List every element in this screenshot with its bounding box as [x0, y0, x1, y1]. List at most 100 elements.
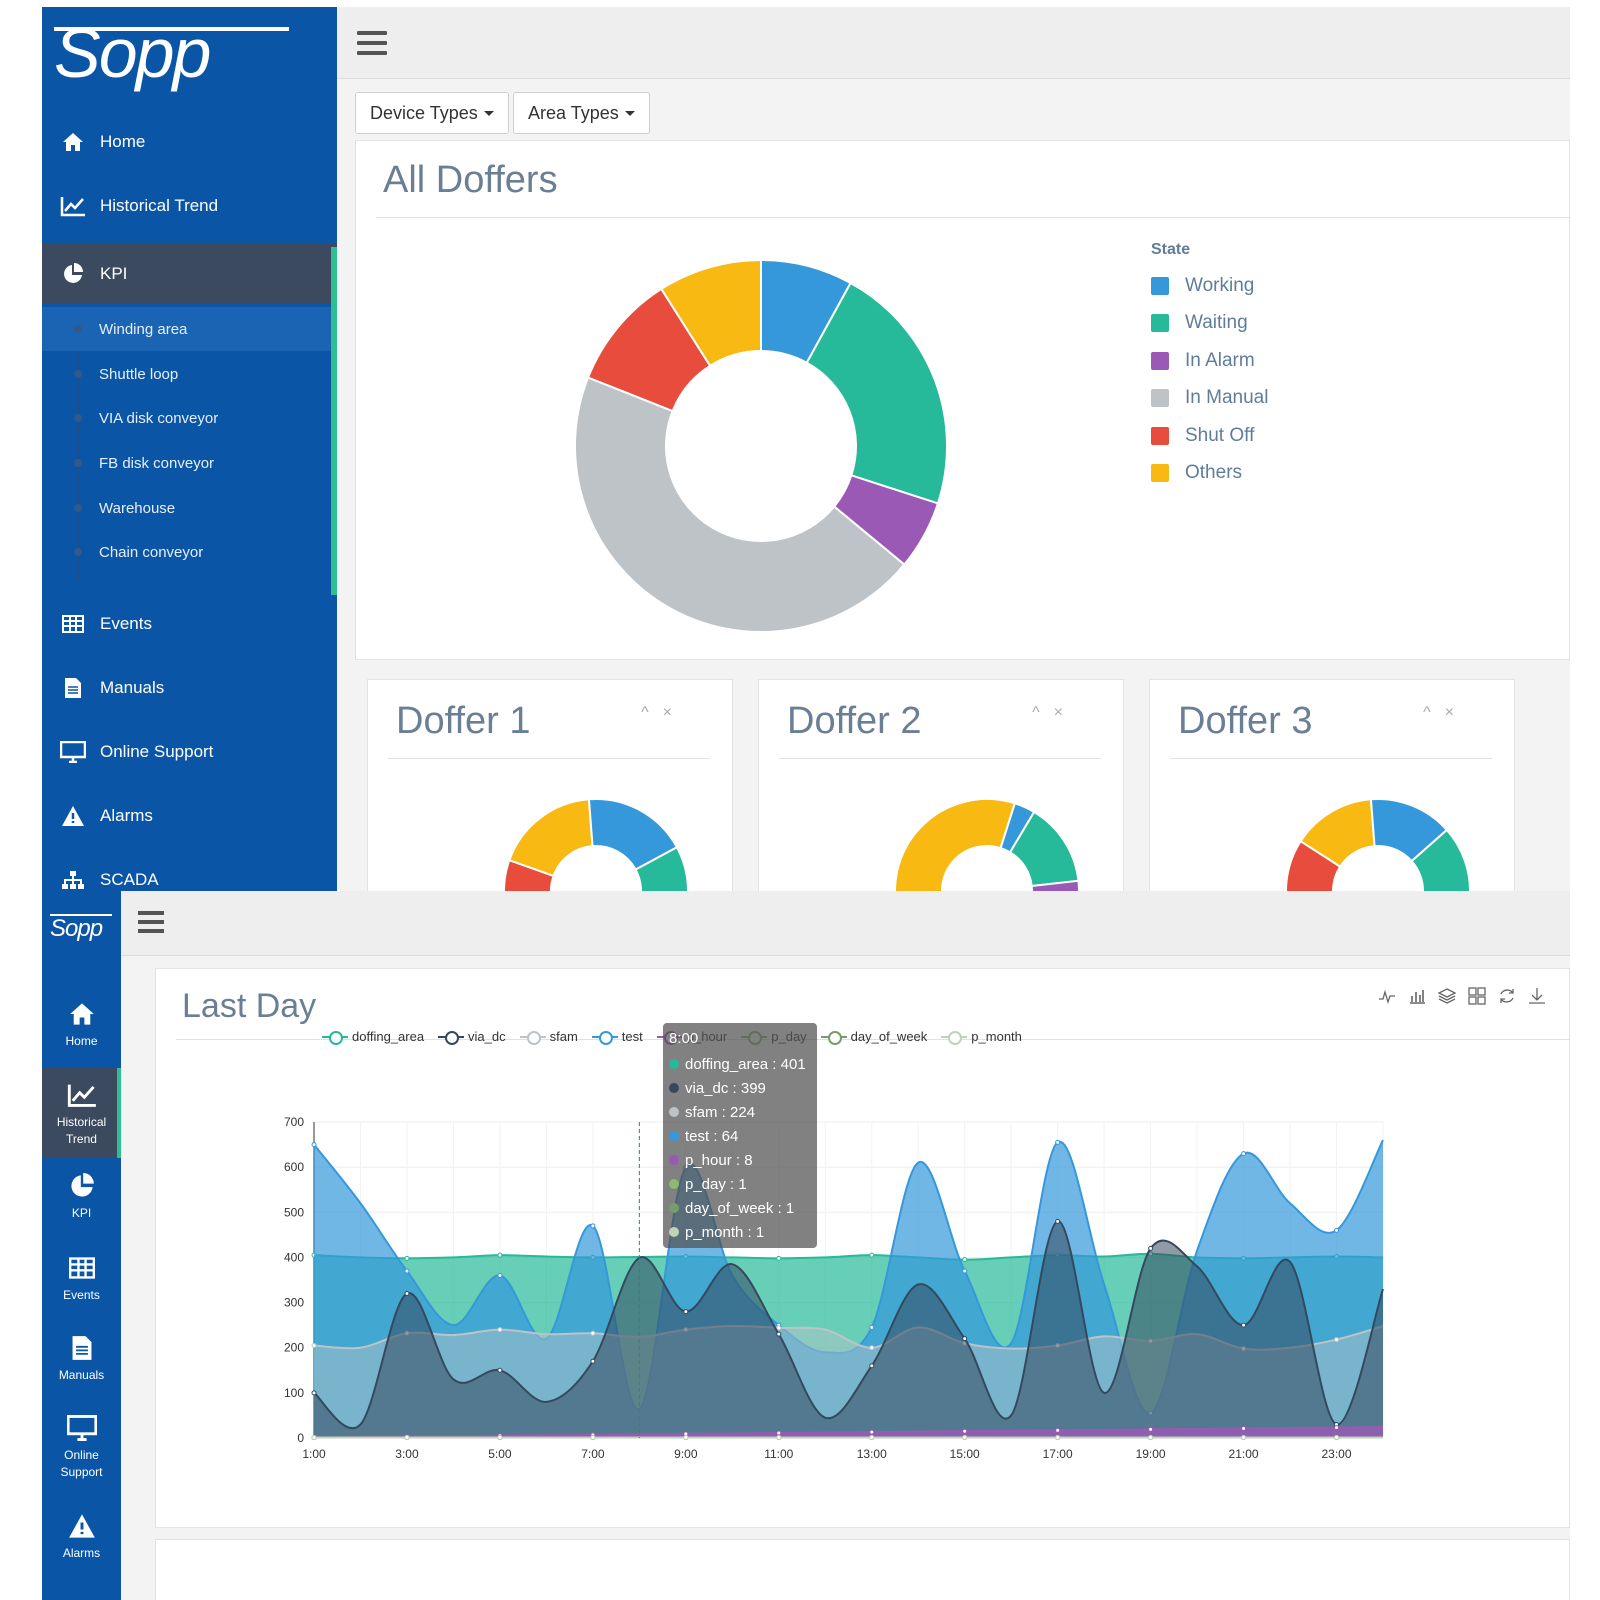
doffer-3-panel: Doffer 3 ^ × [1149, 679, 1515, 902]
data-point-test[interactable] [497, 1272, 503, 1278]
data-point-p-month[interactable] [1148, 1435, 1154, 1441]
data-point-p-hour[interactable] [1241, 1426, 1247, 1432]
data-point-test[interactable] [590, 1223, 596, 1229]
data-point-test[interactable] [1334, 1227, 1340, 1233]
data-point-via-dc[interactable] [311, 1390, 317, 1396]
data-point-p-hour[interactable] [1334, 1425, 1340, 1431]
legend-item-day-of-week[interactable]: day_of_week [820, 1029, 928, 1045]
data-point-via-dc[interactable] [683, 1309, 689, 1315]
submenu-item-shuttle-loop[interactable]: Shuttle loop [42, 352, 331, 396]
data-point-sfam[interactable] [311, 1342, 317, 1348]
data-point-test[interactable] [404, 1268, 410, 1274]
submenu-item-fb-disk-conveyor[interactable]: FB disk conveyor [42, 441, 331, 485]
doffer-1-donut [503, 798, 689, 902]
data-point-p-month[interactable] [1334, 1435, 1340, 1441]
brand-logo[interactable]: Sopp [54, 15, 294, 95]
sidebar-item-alarms[interactable]: Alarms [42, 786, 337, 846]
data-point-via-dc[interactable] [1241, 1322, 1247, 1328]
legend-item-waiting[interactable]: Waiting [1151, 305, 1268, 343]
data-point-p-month[interactable] [1055, 1435, 1061, 1441]
data-point-doffing-area[interactable] [962, 1257, 968, 1263]
sidebar-item-historical-trend[interactable]: Historical Trend [42, 176, 337, 236]
data-point-doffing-area[interactable] [404, 1255, 410, 1261]
data-point-p-month[interactable] [869, 1435, 875, 1441]
legend-label: day_of_week [850, 1029, 928, 1044]
data-point-sfam[interactable] [869, 1345, 875, 1351]
data-point-test[interactable] [1055, 1139, 1061, 1145]
x-tick-label: 11:00 [764, 1447, 793, 1461]
data-point-p-hour[interactable] [962, 1428, 968, 1434]
submenu-item-warehouse[interactable]: Warehouse [42, 486, 331, 530]
data-point-p-hour[interactable] [1148, 1426, 1154, 1432]
legend-item-via-dc[interactable]: via_dc [438, 1029, 506, 1045]
data-point-p-hour[interactable] [1055, 1427, 1061, 1433]
submenu-item-via-disk-conveyor[interactable]: VIA disk conveyor [42, 396, 331, 440]
monitor-icon [60, 741, 86, 763]
data-point-test[interactable] [869, 1324, 875, 1330]
data-point-p-month[interactable] [590, 1435, 596, 1441]
x-tick-label: 19:00 [1136, 1447, 1166, 1461]
legend-title: State [1151, 241, 1191, 258]
sidebar-item-home[interactable]: Home [42, 112, 337, 172]
submenu-item-chain-conveyor[interactable]: Chain conveyor [42, 530, 331, 574]
data-point-via-dc[interactable] [497, 1367, 503, 1373]
data-point-doffing-area[interactable] [776, 1255, 782, 1261]
data-point-test[interactable] [1241, 1151, 1247, 1157]
data-point-via-dc[interactable] [404, 1291, 410, 1297]
dropdown-label: Area Types [528, 102, 619, 123]
sidebar-item-manuals[interactable]: Manuals [42, 658, 337, 718]
data-point-doffing-area[interactable] [497, 1252, 503, 1258]
data-point-p-month[interactable] [683, 1435, 689, 1441]
data-point-test[interactable] [962, 1268, 968, 1274]
data-point-via-dc[interactable] [869, 1363, 875, 1369]
data-point-sfam[interactable] [590, 1330, 596, 1336]
data-point-p-hour[interactable] [869, 1429, 875, 1435]
data-point-p-month[interactable] [497, 1435, 503, 1441]
legend-item-doffing-area[interactable]: doffing_area [322, 1029, 424, 1045]
sidebar-item-label: Events [100, 614, 152, 633]
data-point-p-month[interactable] [311, 1435, 317, 1441]
data-point-sfam[interactable] [776, 1325, 782, 1331]
data-point-p-month[interactable] [404, 1435, 410, 1441]
legend-item-working[interactable]: Working [1151, 267, 1268, 305]
area-types-dropdown[interactable]: Area Types [513, 92, 650, 134]
y-tick-label: 500 [284, 1205, 304, 1219]
legend-swatch [1151, 464, 1169, 483]
data-point-sfam[interactable] [497, 1327, 503, 1333]
sidebar-item-kpi[interactable]: KPI [42, 244, 337, 304]
slice-others[interactable] [894, 798, 1017, 902]
legend-item-others[interactable]: Others [1151, 455, 1268, 493]
sidebar-item-label: Online Support [100, 742, 214, 761]
data-point-via-dc[interactable] [590, 1358, 596, 1364]
slice-others[interactable] [508, 798, 594, 878]
legend-label: p_month [971, 1029, 1022, 1044]
tooltip-dot [669, 1107, 679, 1117]
tooltip-row: p_month : 1 [669, 1220, 811, 1244]
data-point-p-month[interactable] [776, 1435, 782, 1441]
sidebar-item-events[interactable]: Events [42, 594, 337, 654]
data-point-via-dc[interactable] [962, 1336, 968, 1342]
data-point-via-dc[interactable] [1055, 1218, 1061, 1224]
legend-marker [438, 1030, 465, 1045]
submenu-item-winding-area[interactable]: Winding area [42, 307, 331, 351]
legend-item-shut-off[interactable]: Shut Off [1151, 417, 1268, 455]
legend-item-p-month[interactable]: p_month [941, 1029, 1022, 1045]
hamburger-menu-icon[interactable] [357, 31, 387, 55]
sidebar-item-online-support[interactable]: Online Support [42, 722, 337, 782]
legend-item-sfam[interactable]: sfam [519, 1029, 578, 1045]
submenu-item-label: VIA disk conveyor [99, 409, 219, 427]
legend-item-in-manual[interactable]: In Manual [1151, 380, 1268, 418]
legend-item-in-alarm[interactable]: In Alarm [1151, 342, 1268, 380]
data-point-p-month[interactable] [962, 1435, 968, 1441]
data-point-via-dc[interactable] [1148, 1245, 1154, 1251]
legend-item-test[interactable]: test [591, 1029, 643, 1045]
data-point-p-hour[interactable] [776, 1430, 782, 1436]
data-point-doffing-area[interactable] [869, 1252, 875, 1258]
tooltip-value: p_hour : 8 [685, 1151, 753, 1169]
data-point-sfam[interactable] [1334, 1337, 1340, 1343]
data-point-test[interactable] [311, 1142, 317, 1148]
y-tick-label: 0 [297, 1431, 304, 1445]
data-point-p-month[interactable] [1241, 1435, 1247, 1441]
data-point-via-dc[interactable] [776, 1331, 782, 1337]
device-types-dropdown[interactable]: Device Types [355, 92, 509, 134]
